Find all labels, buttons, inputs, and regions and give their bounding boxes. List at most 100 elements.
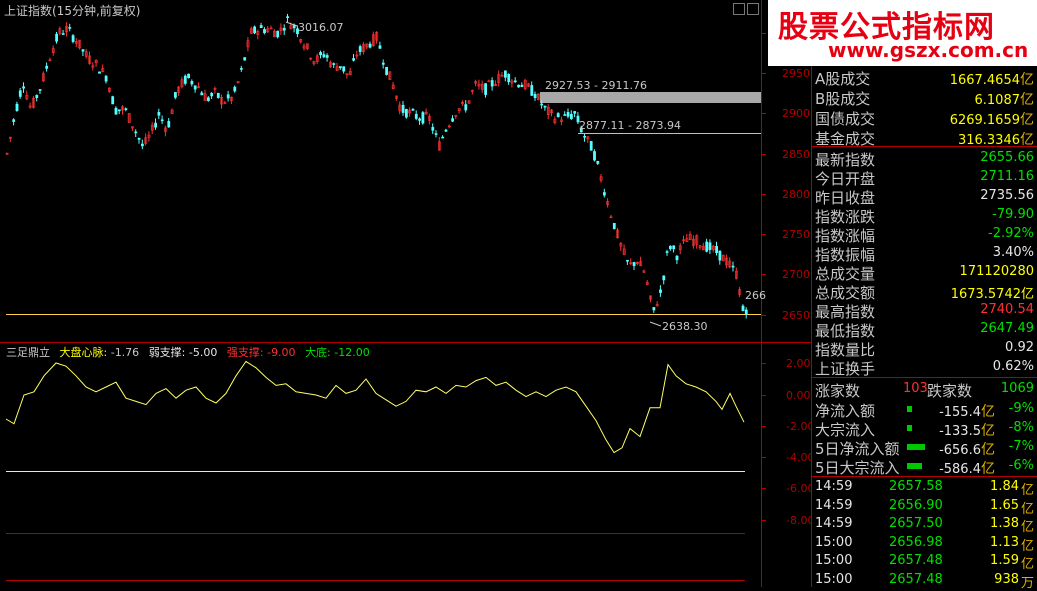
index-stat-label: 上证换手	[815, 360, 876, 378]
market-stat-row: 基金成交 316.3346亿	[815, 126, 1037, 148]
indicator-name: 三足鼎立	[6, 346, 50, 359]
candle-body	[45, 65, 49, 69]
tick-volume: 938	[994, 571, 1019, 587]
price-axis: 30002950290028502800275027002650	[761, 27, 810, 322]
legend-strong-label: 强支撑:	[226, 346, 264, 359]
candle-body	[332, 63, 336, 65]
candle-body	[563, 114, 567, 116]
candle-body	[325, 55, 329, 58]
candle-body	[187, 73, 191, 79]
candle-body	[589, 141, 593, 151]
market-stat-number: 316.3346	[957, 133, 1020, 148]
candle-body	[61, 33, 65, 35]
candle-body	[556, 113, 560, 118]
candle-body	[583, 135, 587, 138]
market-stat-row: 国债成交 6269.1659亿	[815, 106, 1037, 128]
candle-body	[167, 121, 171, 128]
index-stat-value: 3.40%	[992, 245, 1034, 260]
tick-volume: 1.38	[990, 516, 1019, 531]
candle-body	[55, 33, 59, 42]
candle-body	[141, 143, 144, 147]
candle-body	[507, 73, 511, 83]
candle-body	[490, 80, 494, 87]
indicator-tick-label: -4.00	[786, 451, 812, 464]
tick-row: 15:00 2657.48 1.59 亿	[815, 551, 1037, 572]
candle-body	[569, 114, 573, 119]
legend-weak-value: -5.00	[188, 346, 218, 359]
tick-time: 15:00	[815, 534, 853, 550]
legend-heart-label: 大盘心脉:	[59, 346, 108, 359]
tick-row: 15:00 2656.98 1.13 亿	[815, 533, 1037, 554]
legend-bottom-label: 大底:	[305, 346, 331, 359]
down-count: 1069	[1000, 381, 1034, 396]
tick-price: 2656.90	[889, 497, 943, 513]
candle-body	[665, 251, 669, 253]
flow-label: 5日大宗流入	[815, 459, 900, 477]
legend-bottom-value: -12.00	[334, 346, 370, 359]
chart-frames	[0, 0, 812, 587]
flow-unit: 亿	[981, 461, 995, 477]
low-annotation: 2638.30	[662, 320, 708, 333]
candle-body	[216, 92, 220, 98]
flow-pct: -8%	[1008, 420, 1034, 435]
candle-body	[540, 103, 544, 106]
candle-body	[35, 94, 39, 98]
price-tick-label: 2800	[782, 188, 810, 201]
indicator-tick-label: 2.00	[786, 357, 811, 370]
candle-body	[81, 49, 85, 52]
candle-body	[731, 265, 735, 268]
flow-row: 5日大宗流入 -586.4亿 -6%	[815, 455, 1037, 477]
legend-strong-value: -9.00	[267, 346, 296, 359]
candle-body	[104, 75, 108, 82]
market-stat-value: 316.3346亿	[958, 129, 1034, 149]
candle-body	[593, 151, 596, 161]
candle-body	[612, 222, 616, 229]
candle-body	[259, 25, 263, 28]
index-stat-value: 0.92	[1005, 340, 1034, 355]
candle-body	[602, 192, 606, 196]
candle-body	[632, 262, 636, 267]
candle-body	[381, 62, 385, 65]
candle-body	[243, 57, 247, 61]
candle-body	[744, 309, 748, 315]
candle-body	[134, 131, 138, 134]
flow-bar	[907, 444, 925, 450]
index-stat-value: -79.90	[992, 207, 1034, 222]
candle-body	[183, 75, 187, 84]
candle-body	[276, 30, 280, 38]
legend-weak-label: 弱支撑:	[148, 346, 186, 359]
chart-area[interactable]: 30002950290028502800275027002650 2.000.0…	[0, 0, 812, 587]
candle-body	[543, 105, 547, 108]
candle-body	[157, 112, 161, 116]
candle-body	[207, 97, 210, 101]
candle-body	[626, 259, 629, 262]
candle-body	[596, 161, 600, 164]
candle-body	[368, 43, 372, 48]
candle-body	[154, 122, 158, 128]
candle-body	[718, 250, 722, 261]
price-tick-label: 2650	[782, 309, 810, 322]
candle-body	[12, 119, 16, 122]
tick-row: 14:59 2656.90 1.65 亿	[815, 496, 1037, 517]
candle-body	[513, 80, 517, 83]
indicator-tick-label: -6.00	[786, 482, 812, 495]
candle-body	[715, 246, 719, 253]
indicator-tick-label: -8.00	[786, 514, 812, 527]
tick-time: 14:59	[815, 497, 853, 513]
watermark-url: www.gszx.com.cn	[828, 38, 1029, 62]
low-annotation-arrow	[649, 321, 662, 327]
candle-body	[517, 84, 521, 88]
candles	[5, 13, 748, 319]
index-stat-value: 2740.54	[980, 302, 1034, 317]
candle-body	[411, 108, 415, 111]
flow-pct: -7%	[1008, 439, 1034, 454]
candle-body	[378, 45, 382, 49]
price-tick-label: 2950	[782, 67, 810, 80]
candle-body	[487, 80, 491, 83]
tick-unit: 万	[1020, 575, 1034, 591]
candle-body	[414, 113, 418, 119]
tick-time: 14:59	[815, 516, 853, 531]
tick-time: 14:59	[815, 479, 853, 494]
candle-body	[533, 94, 537, 99]
candle-body	[200, 92, 204, 96]
